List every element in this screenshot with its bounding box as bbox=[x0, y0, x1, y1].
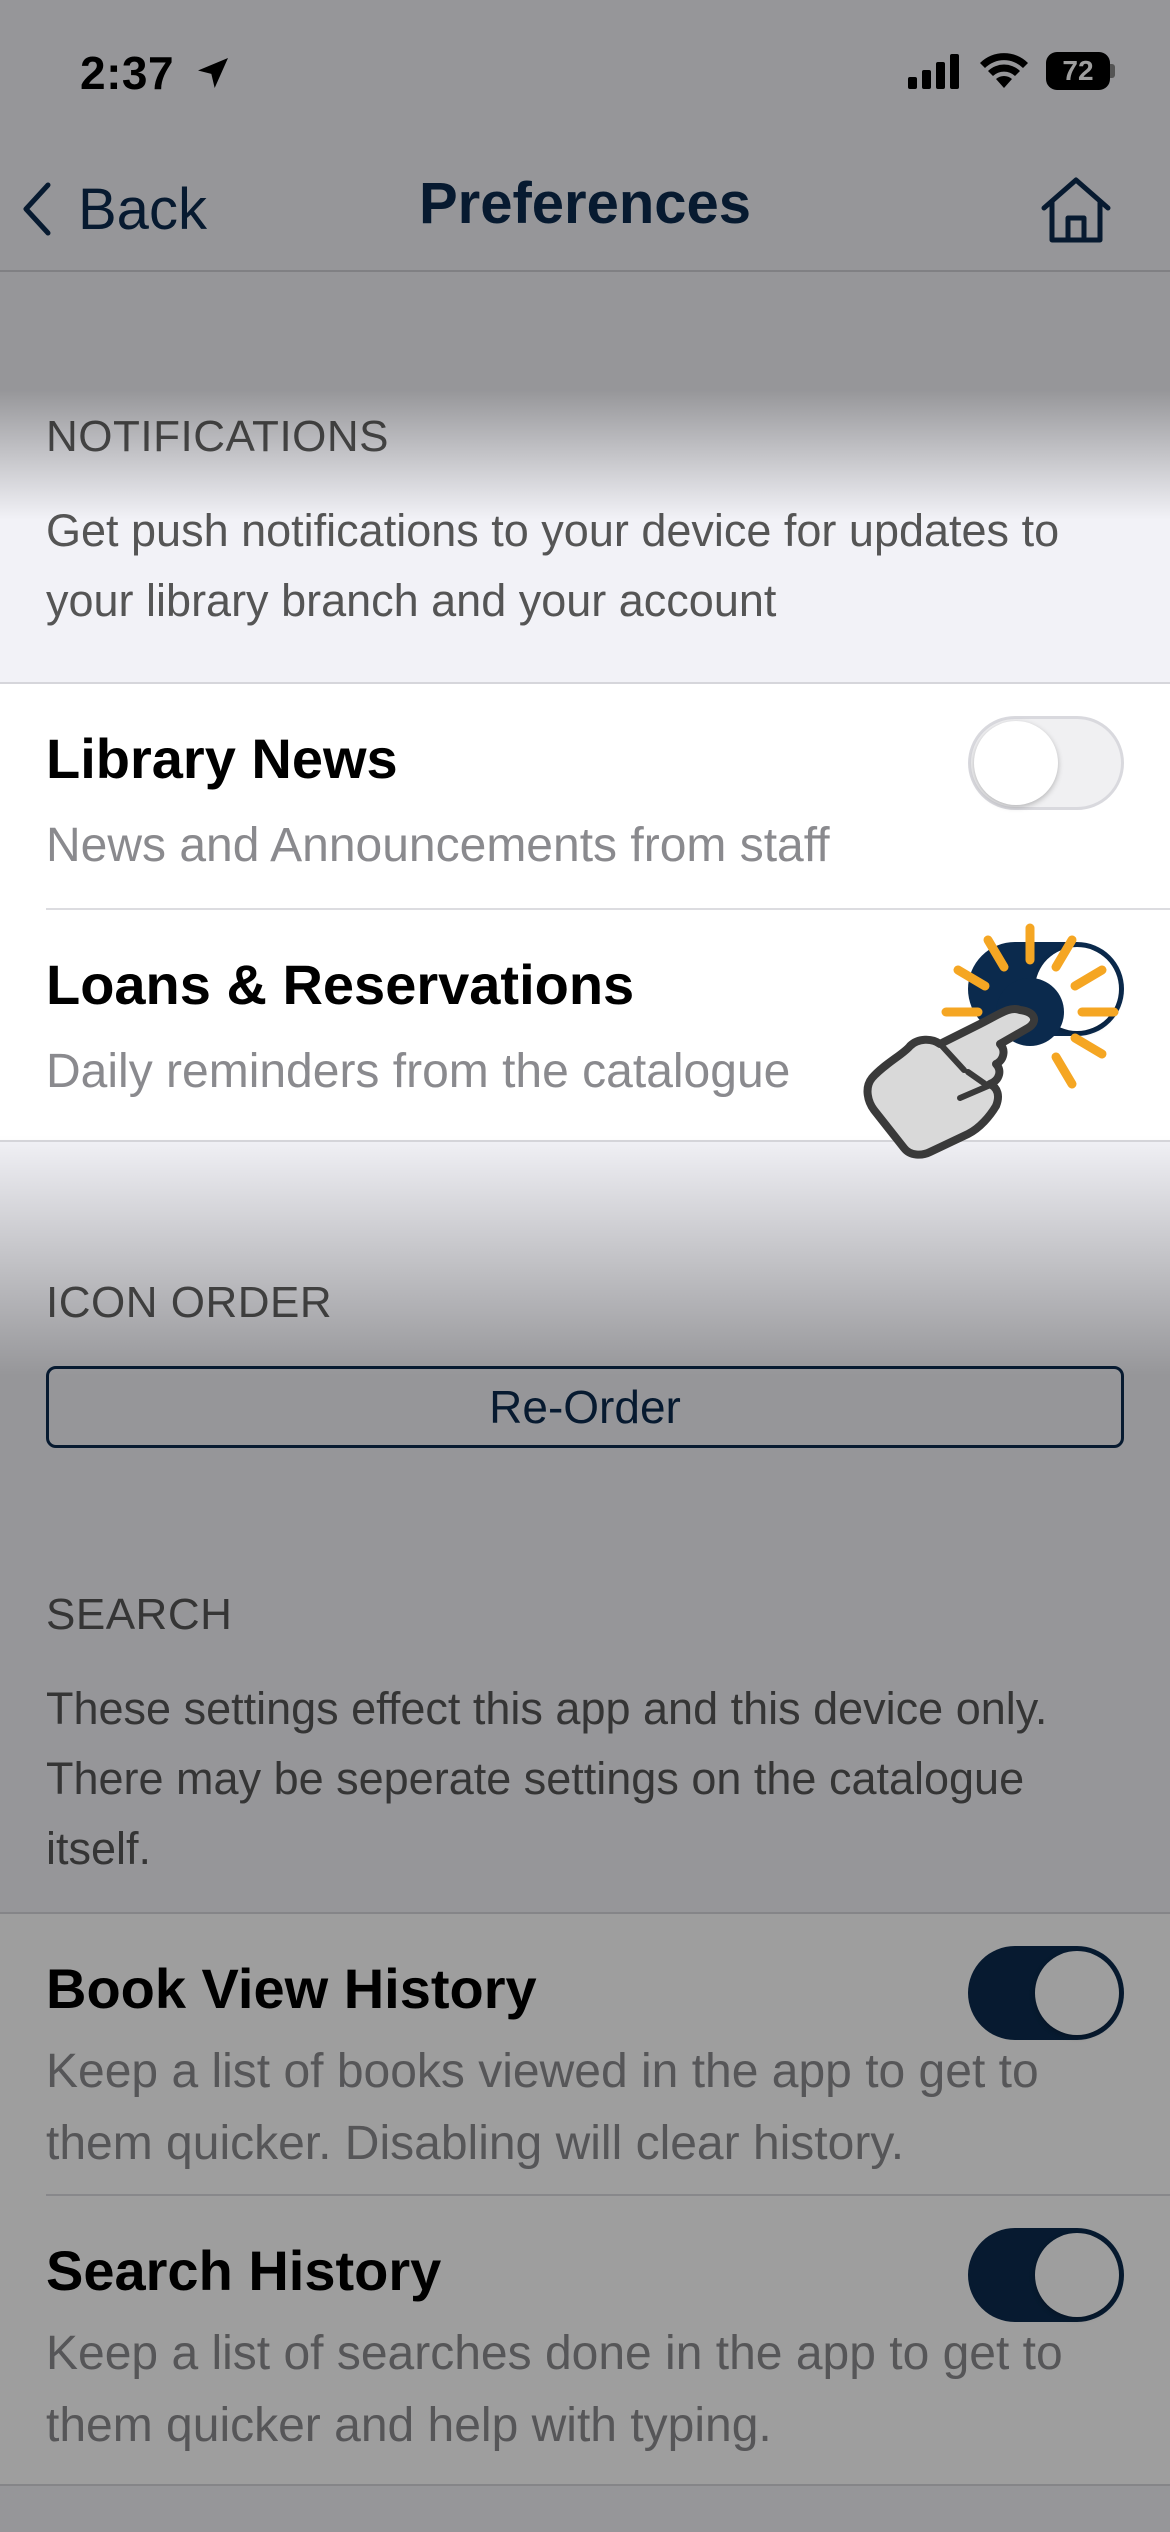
toggle-knob bbox=[974, 721, 1058, 805]
library-news-subtitle: News and Announcements from staff bbox=[46, 819, 830, 872]
status-time: 2:37 bbox=[80, 46, 233, 100]
page-title: Preferences bbox=[418, 171, 752, 236]
home-button[interactable] bbox=[1038, 172, 1114, 248]
library-news-title: Library News bbox=[46, 727, 398, 790]
library-news-toggle[interactable] bbox=[968, 716, 1124, 810]
search-description: These settings effect this app and this … bbox=[46, 1683, 1048, 1874]
toggle-knob bbox=[1035, 2233, 1119, 2317]
search-group: Book View History Keep a list of books v… bbox=[0, 1912, 1170, 2486]
cellular-signal-icon bbox=[908, 54, 959, 89]
loans-reservations-title: Loans & Reservations bbox=[46, 953, 635, 1016]
location-arrow-icon bbox=[198, 58, 229, 88]
search-history-toggle[interactable] bbox=[968, 2228, 1124, 2322]
toggle-knob bbox=[1035, 1951, 1119, 2035]
home-icon bbox=[1041, 177, 1111, 243]
navigation-bar: Back Preferences bbox=[0, 150, 1170, 272]
search-history-title: Search History bbox=[46, 2239, 442, 2302]
battery-level: 72 bbox=[1062, 55, 1094, 86]
loans-reservations-row: Loans & Reservations Daily reminders fro… bbox=[0, 910, 1170, 1136]
book-view-history-title: Book View History bbox=[46, 1957, 537, 2020]
loans-reservations-toggle[interactable] bbox=[968, 942, 1124, 1036]
search-history-row: Search History Keep a list of searches d… bbox=[0, 2196, 1170, 2478]
search-history-subtitle: Keep a list of searches done in the app … bbox=[46, 2327, 1063, 2452]
library-news-row: Library News News and Announcements from… bbox=[0, 684, 1170, 910]
notifications-description: Get push notifications to your device fo… bbox=[46, 505, 1060, 626]
status-indicators: 72 bbox=[908, 52, 1116, 90]
reorder-button[interactable]: Re-Order bbox=[46, 1366, 1124, 1448]
search-header: SEARCH bbox=[46, 1590, 233, 1639]
book-view-history-toggle[interactable] bbox=[968, 1946, 1124, 2040]
notifications-header: NOTIFICATIONS bbox=[46, 412, 390, 461]
battery-icon: 72 bbox=[1046, 52, 1116, 90]
loans-reservations-subtitle: Daily reminders from the catalogue bbox=[46, 1045, 791, 1098]
clock-text: 2:37 bbox=[80, 47, 175, 99]
notifications-group: Library News News and Announcements from… bbox=[0, 682, 1170, 1142]
icon-order-header: ICON ORDER bbox=[46, 1278, 333, 1327]
wifi-icon bbox=[980, 53, 1028, 88]
book-view-history-row: Book View History Keep a list of books v… bbox=[0, 1914, 1170, 2196]
toggle-knob bbox=[1035, 947, 1119, 1031]
book-view-history-subtitle: Keep a list of books viewed in the app t… bbox=[46, 2045, 1039, 2170]
